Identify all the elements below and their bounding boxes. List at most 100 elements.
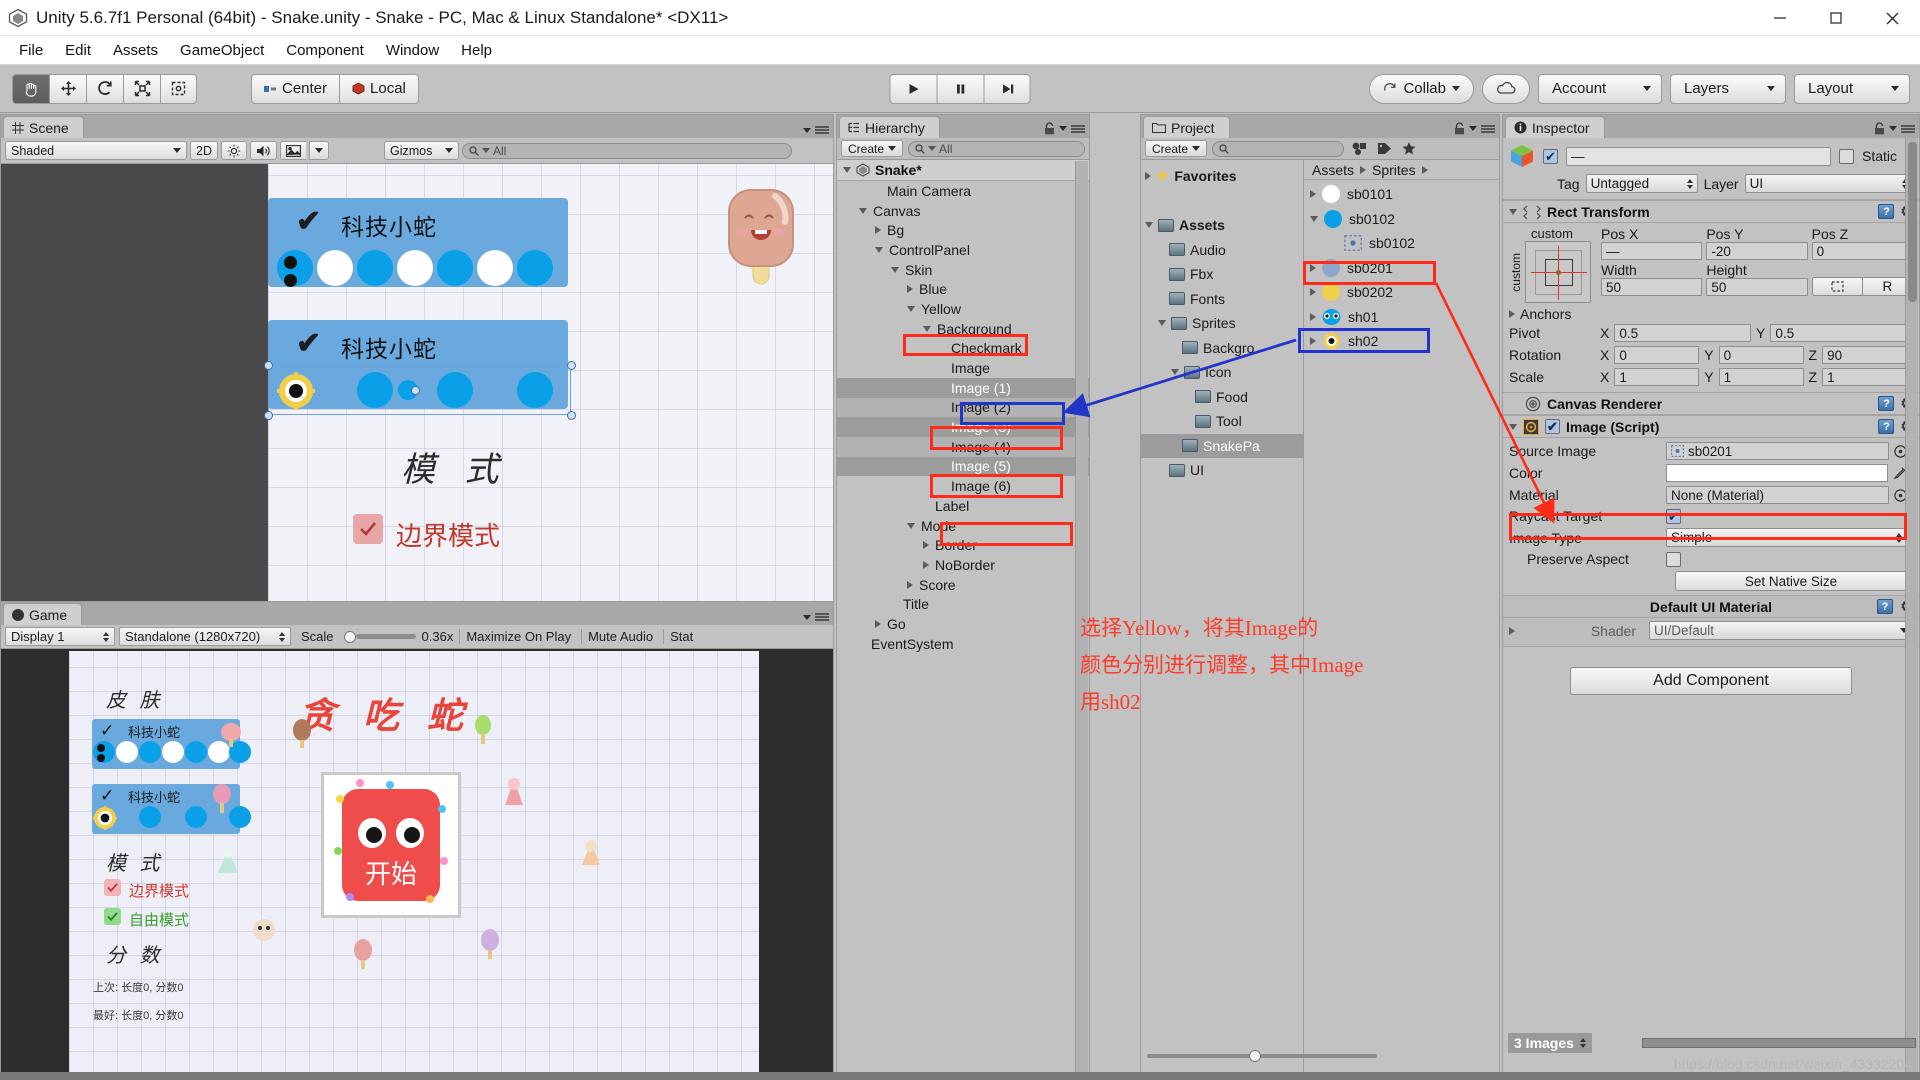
maximize-icon[interactable] — [1808, 0, 1864, 36]
chevron-right-icon[interactable] — [875, 226, 881, 235]
collab-button[interactable]: Collab — [1369, 73, 1474, 104]
inspector-scrollbar[interactable] — [1905, 138, 1918, 1079]
project-tree-item-tool[interactable]: Tool — [1141, 409, 1303, 434]
image-script-header[interactable]: Image (Script) ? ⚙ — [1503, 415, 1919, 438]
hierarchy-item-yellow[interactable]: Yellow — [837, 299, 1089, 319]
hierarchy-item-blue[interactable]: Blue — [837, 279, 1089, 299]
scene-fx-toggle[interactable] — [279, 141, 306, 160]
anchor-preset-widget[interactable]: custom custom — [1509, 226, 1595, 303]
inspector-tab-menu[interactable] — [1874, 122, 1915, 135]
tab-project[interactable]: Project — [1143, 116, 1230, 138]
project-tree-item-ui[interactable]: UI — [1141, 458, 1303, 483]
chevron-down-icon[interactable] — [891, 266, 899, 273]
hierarchy-tab-menu[interactable] — [1044, 122, 1085, 135]
chevron-down-icon[interactable] — [907, 305, 915, 312]
chevron-right-icon[interactable] — [1310, 190, 1316, 199]
tab-inspector[interactable]: Inspector — [1505, 116, 1605, 138]
help-icon[interactable]: ? — [1878, 204, 1895, 219]
chevron-down-icon[interactable] — [1158, 320, 1166, 327]
hierarchy-item-image-2[interactable]: Image (2) — [837, 397, 1089, 418]
project-asset-item-sb0101[interactable]: sb0101 — [1304, 182, 1499, 207]
color-swatch[interactable] — [1666, 464, 1888, 482]
hierarchy-item-controlpanel[interactable]: ControlPanel — [837, 240, 1089, 260]
help-icon[interactable]: ? — [1878, 396, 1895, 411]
scene-viewport[interactable]: ✔ 科技小蛇 ✔ 科技小蛇 模 式 边界模式 — [1, 164, 833, 605]
chevron-right-icon[interactable] — [923, 541, 929, 550]
chevron-down-icon[interactable] — [1310, 215, 1318, 222]
hierarchy-item-go[interactable]: Go — [837, 614, 1089, 634]
project-filter-type-button[interactable] — [1349, 140, 1369, 157]
lock-icon[interactable] — [1044, 122, 1055, 135]
image-enabled-checkbox[interactable] — [1545, 419, 1560, 434]
hierarchy-item-background[interactable]: Background — [837, 319, 1089, 339]
hand-tool-icon[interactable] — [12, 73, 49, 104]
scene-gizmos-dropdown[interactable]: Gizmos — [383, 141, 459, 160]
layers-button[interactable]: Layers — [1670, 73, 1786, 104]
tab-hierarchy[interactable]: Hierarchy — [839, 116, 940, 138]
cloud-button[interactable] — [1482, 73, 1530, 104]
scene-handle-bl[interactable] — [264, 411, 273, 420]
hierarchy-item-skin[interactable]: Skin — [837, 260, 1089, 280]
hierarchy-item-main-camera[interactable]: Main Camera — [837, 181, 1089, 201]
breadcrumb-assets[interactable]: Assets — [1312, 162, 1354, 178]
project-asset-item-sb0201[interactable]: sb0201 — [1304, 256, 1499, 281]
hierarchy-item-checkmark[interactable]: Checkmark — [837, 339, 1089, 359]
help-icon[interactable]: ? — [1878, 419, 1895, 434]
game-scale-slider[interactable] — [343, 630, 416, 644]
scene-tab-menu[interactable] — [803, 125, 829, 135]
scene-search-input[interactable]: All — [461, 142, 792, 159]
hierarchy-item-image[interactable]: Image — [837, 358, 1089, 378]
chevron-right-icon[interactable] — [1310, 337, 1316, 346]
preserve-aspect-checkbox[interactable] — [1666, 551, 1681, 567]
chevron-right-icon[interactable] — [1509, 310, 1515, 318]
pivot-center-button[interactable]: Center — [251, 73, 340, 104]
object-name-field[interactable]: — — [1566, 146, 1831, 166]
scale-y-field[interactable]: 1 — [1718, 368, 1804, 386]
raycast-target-checkbox[interactable] — [1666, 508, 1681, 524]
game-stats-toggle[interactable]: Stat — [663, 629, 699, 644]
image-type-dropdown[interactable]: Simple — [1666, 528, 1907, 547]
hierarchy-item-image-4[interactable]: Image (4) — [837, 436, 1089, 457]
menu-edit[interactable]: Edit — [54, 39, 102, 62]
chevron-right-icon[interactable] — [1310, 288, 1316, 297]
menu-gameobject[interactable]: GameObject — [169, 39, 275, 62]
move-tool-icon[interactable] — [49, 73, 86, 104]
project-create-button[interactable]: Create — [1145, 140, 1208, 157]
rotation-z-field[interactable]: 90 — [1822, 346, 1908, 364]
project-tree-item-assets[interactable]: Assets — [1141, 213, 1303, 238]
project-asset-item-sh02[interactable]: sh02 — [1304, 329, 1499, 354]
game-mute-toggle[interactable]: Mute Audio — [581, 629, 659, 644]
chevron-right-icon[interactable] — [1310, 312, 1316, 321]
shader-dropdown[interactable]: UI/Default — [1649, 621, 1913, 640]
chevron-right-icon[interactable] — [907, 580, 913, 589]
project-asset-item-sb0102[interactable]: sb0102 — [1304, 231, 1499, 256]
project-assets-pane[interactable]: Assets Sprites sb0101 sb0102 sb0102 sb0201 s… — [1304, 160, 1499, 1078]
hierarchy-item-eventsystem[interactable]: EventSystem — [837, 634, 1089, 654]
game-maximize-toggle[interactable]: Maximize On Play — [459, 629, 577, 644]
hierarchy-item-border[interactable]: Border — [837, 535, 1089, 555]
project-asset-item-sb0102[interactable]: sb0102 — [1304, 207, 1499, 232]
scene-audio-toggle[interactable] — [249, 141, 277, 160]
project-tab-menu[interactable] — [1454, 122, 1495, 135]
breadcrumb-sprites[interactable]: Sprites — [1372, 162, 1416, 178]
project-tree-item-icon[interactable]: Icon — [1141, 360, 1303, 385]
width-field[interactable]: 50 — [1601, 278, 1703, 296]
tab-scene[interactable]: Scene — [3, 116, 84, 138]
rotation-x-field[interactable]: 0 — [1614, 346, 1700, 364]
layout-button[interactable]: Layout — [1794, 73, 1910, 104]
project-filter-label-button[interactable] — [1374, 140, 1394, 157]
scene-border-mode-checkbox[interactable] — [353, 514, 383, 544]
hierarchy-item-image-1[interactable]: Image (1) — [837, 377, 1089, 398]
game-tab-menu[interactable] — [803, 612, 829, 622]
hierarchy-item-title[interactable]: Title — [837, 594, 1089, 614]
static-checkbox[interactable] — [1838, 148, 1854, 164]
chevron-right-icon[interactable] — [1145, 172, 1151, 181]
rect-tool-icon[interactable] — [160, 73, 197, 104]
scene-handle-center[interactable] — [411, 386, 420, 395]
hierarchy-item-image-5[interactable]: Image (5) — [837, 456, 1089, 477]
minimize-icon[interactable] — [1752, 0, 1808, 36]
blueprint-mode-button[interactable] — [1811, 277, 1862, 296]
game-viewport[interactable]: 皮 肤 科技小蛇 ✓ 科技小蛇 ✓ 模 式 边界模式 自由模式 分 数 上次: … — [1, 649, 833, 1079]
source-image-field[interactable]: sb0201 — [1666, 442, 1889, 460]
game-resolution-dropdown[interactable]: Standalone (1280x720) — [119, 627, 291, 646]
